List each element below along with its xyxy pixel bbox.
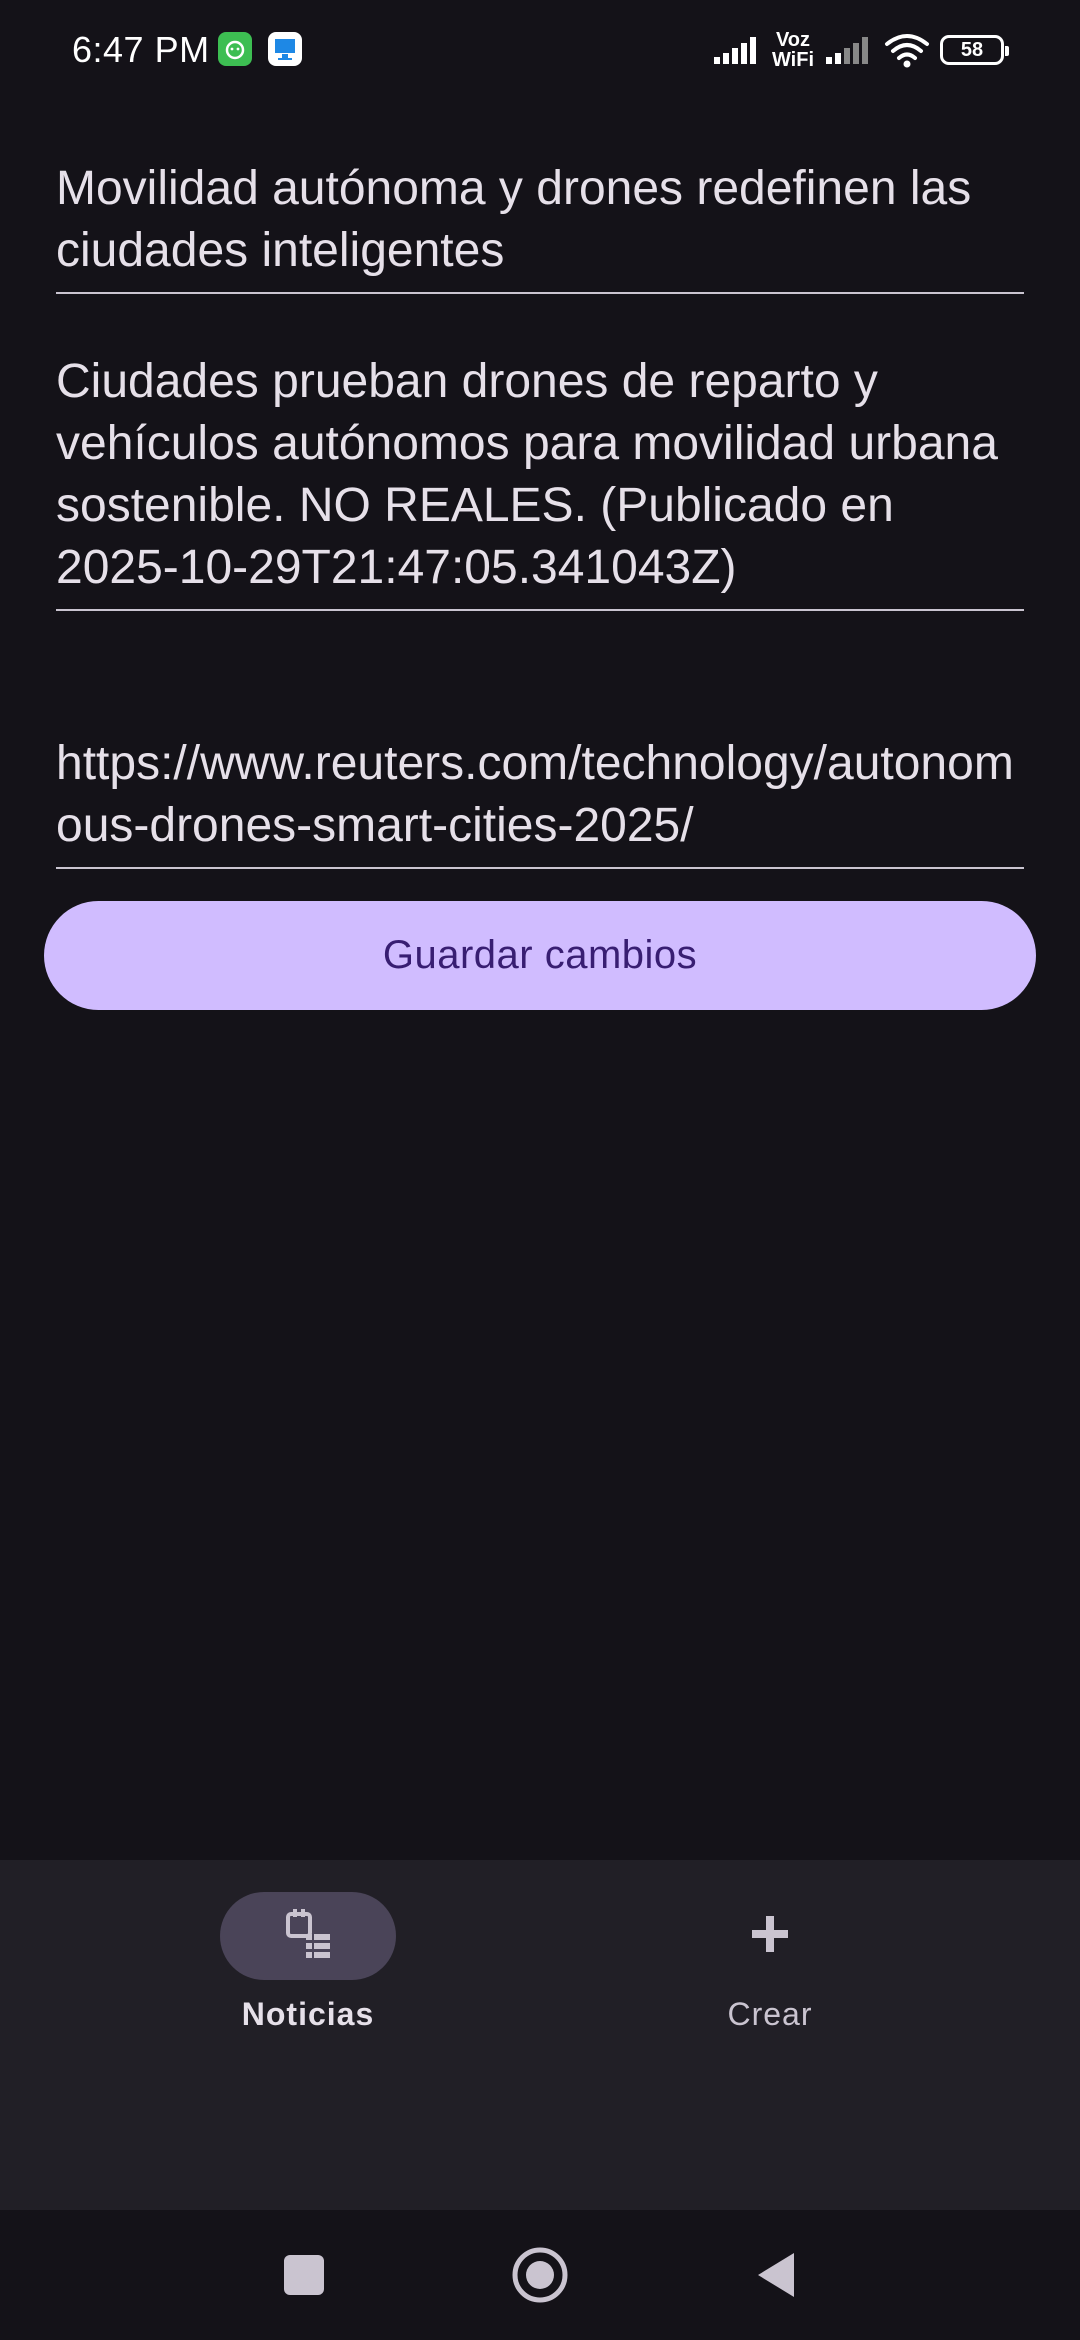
nav-indicator-inactive [682,1892,858,1980]
status-time: 6:47 PM [72,29,210,70]
vowifi-indicator: Voz WiFi [772,30,814,70]
vowifi-label-wifi: WiFi [771,49,814,71]
vowifi-label-voz: Voz [775,29,811,51]
nav-item-crear[interactable]: Crear [620,1892,920,2034]
remote-desktop-icon [268,32,302,66]
system-navigation-bar [0,2210,1080,2340]
nav-label-crear: Crear [727,1996,813,2032]
home-button[interactable] [498,2210,582,2340]
bottom-navigation: Noticias Crear [0,1860,1080,2210]
battery-icon: 58 [940,35,1009,65]
back-button[interactable] [734,2210,818,2340]
recents-button[interactable] [262,2210,346,2340]
square-icon [284,2255,324,2295]
signal-strength-secondary-icon [824,35,874,65]
back-triangle-icon [758,2253,794,2297]
nav-active-indicator [220,1892,396,1980]
url-field[interactable]: https://www.reuters.com/technology/auton… [56,733,1024,869]
status-bar: 6:47 PM Voz WiFi 58 [0,0,1080,100]
title-field[interactable]: Movilidad autónoma y drones redefinen la… [56,158,1024,294]
signal-strength-icon [712,35,762,65]
plus-icon [750,1914,790,1959]
app-notification-icon [218,32,252,66]
description-field[interactable]: Ciudades prueban drones de reparto y veh… [56,351,1024,611]
battery-level: 58 [960,38,984,61]
save-changes-button[interactable]: Guardar cambios [44,901,1036,1010]
nav-item-noticias[interactable]: Noticias [158,1892,458,2034]
wifi-icon [884,32,930,68]
home-circle-icon [512,2247,568,2303]
nav-label-noticias: Noticias [241,1996,375,2032]
news-list-icon [284,1906,332,1967]
